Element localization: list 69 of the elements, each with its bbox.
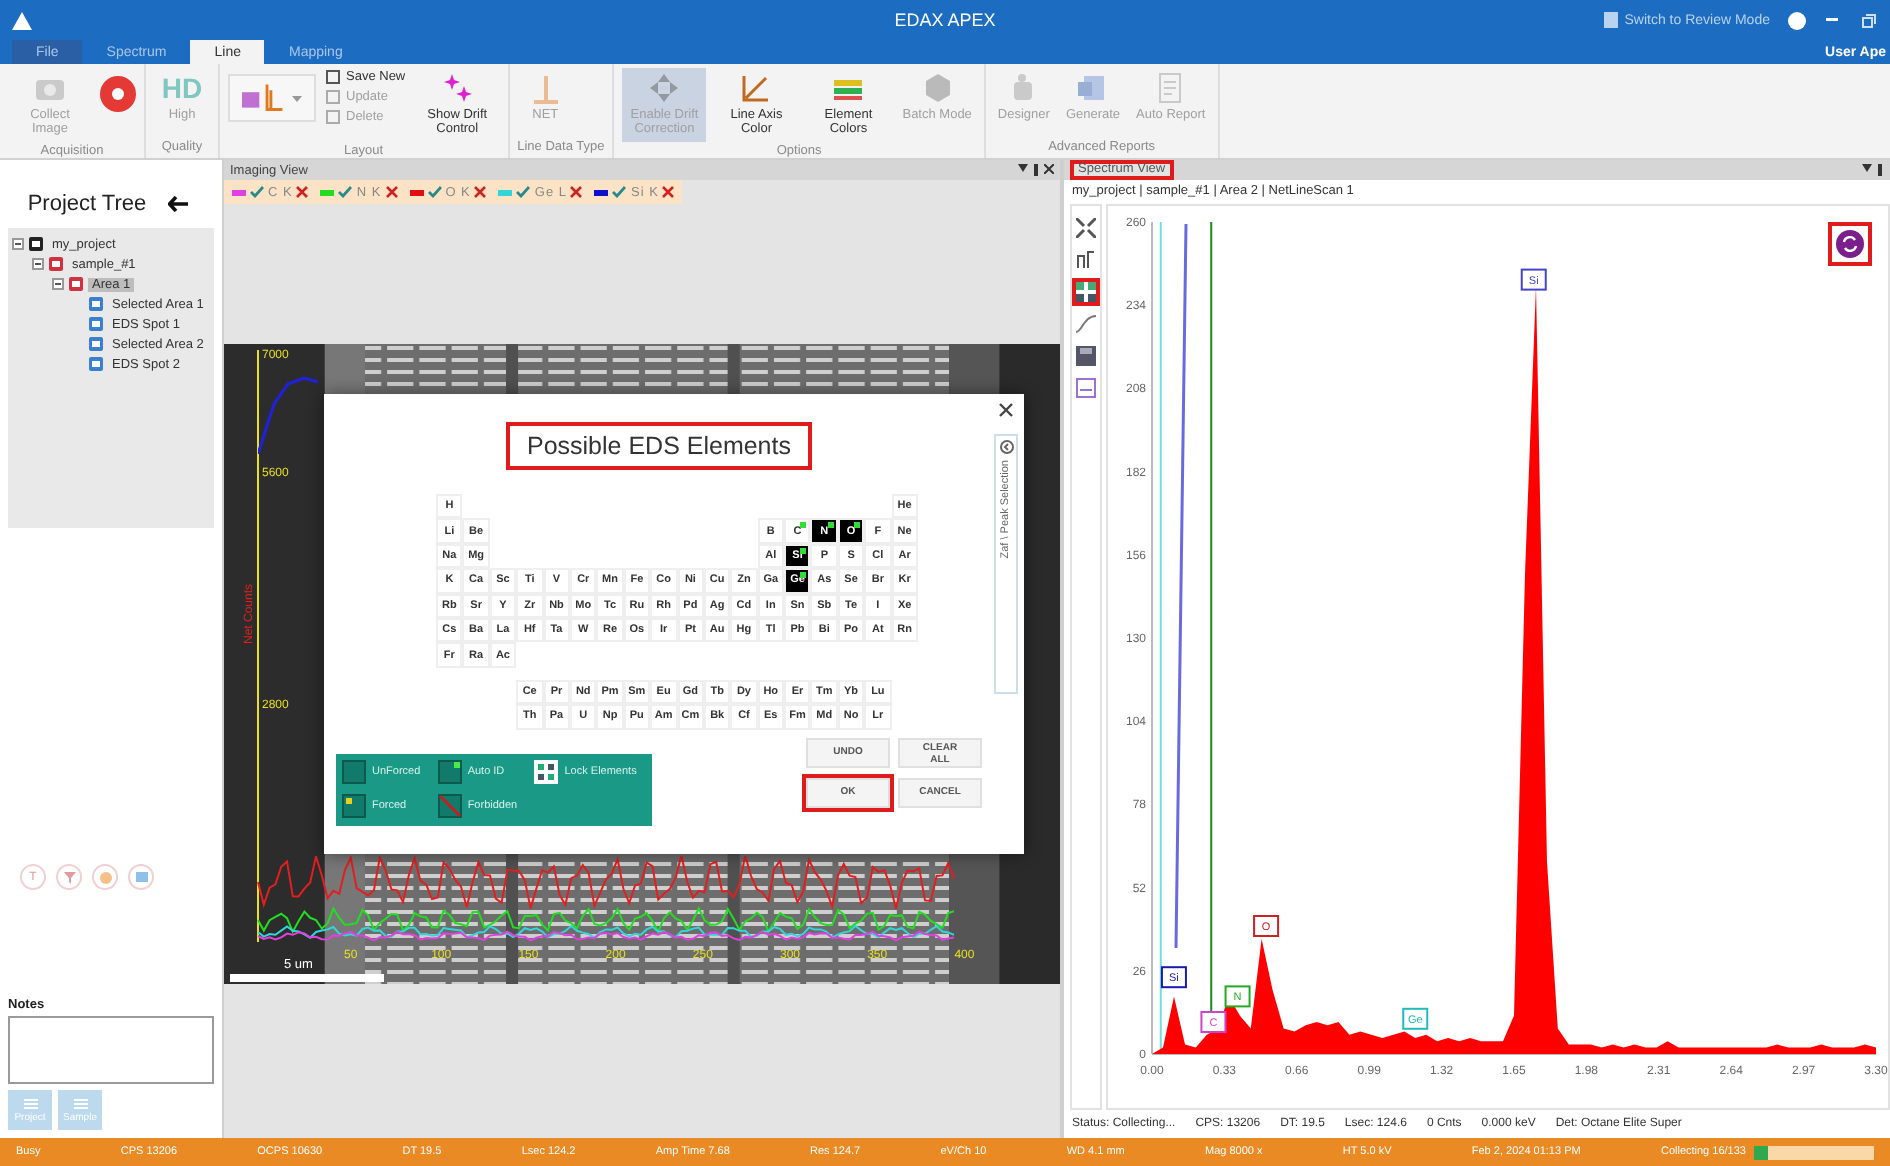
caret-icon [292, 95, 302, 101]
layout-icon [242, 84, 285, 112]
notes-field[interactable] [8, 1016, 214, 1084]
expand-icon [1076, 218, 1096, 238]
close-icon [998, 402, 1014, 418]
collapse-arrow-icon[interactable] [999, 440, 1013, 454]
report-icon [1154, 72, 1187, 104]
restore-button[interactable] [1858, 10, 1878, 30]
remove-icon[interactable] [385, 186, 398, 198]
palette-icon [99, 871, 111, 883]
tool-button[interactable] [1072, 374, 1100, 402]
panel-title: Project Tree [27, 192, 147, 216]
caret-icon [1018, 164, 1028, 172]
collapse-icon[interactable] [52, 278, 64, 290]
comment-icon [135, 871, 147, 883]
list-icon [23, 1097, 37, 1109]
swatch-icon [342, 760, 366, 785]
check-icon[interactable] [516, 186, 531, 198]
back-arrow-icon [168, 196, 189, 212]
line-profile-drawing [258, 374, 318, 454]
filter-icon [63, 871, 75, 883]
remove-icon[interactable] [296, 186, 309, 198]
swatch-icon [437, 760, 462, 785]
remove-icon[interactable] [474, 186, 487, 198]
dialog-title: Possible EDS Elements [506, 422, 811, 470]
close-icon [1044, 164, 1054, 174]
check-icon[interactable] [427, 186, 442, 198]
peak-icon [1076, 250, 1096, 270]
caret-icon [1862, 164, 1872, 172]
refresh-icon [1836, 230, 1864, 258]
document-icon [1076, 72, 1109, 104]
tool-button[interactable] [1072, 342, 1100, 370]
lock-grid-icon [534, 760, 559, 785]
remove-icon[interactable] [662, 186, 675, 198]
help-button[interactable] [1786, 10, 1806, 30]
save-icon [1076, 346, 1096, 366]
check-icon[interactable] [338, 186, 353, 198]
curve-icon [1076, 314, 1096, 334]
filter-button[interactable] [56, 864, 82, 890]
tool-button[interactable] [1072, 246, 1100, 274]
check-icon[interactable] [250, 186, 264, 198]
layout-picker[interactable] [228, 74, 316, 122]
collapse-icon[interactable] [12, 238, 24, 250]
help-icon [1787, 11, 1805, 29]
collapse-icon[interactable] [32, 258, 44, 270]
remove-icon[interactable] [570, 186, 583, 198]
swatch-icon [437, 793, 462, 818]
peak-icon [529, 72, 562, 104]
dot-icon [112, 88, 124, 100]
close-button[interactable] [998, 402, 1014, 418]
sparkle-icon [441, 72, 474, 104]
document-icon [1604, 12, 1619, 28]
record-button[interactable] [100, 76, 136, 112]
hexagon-icon [921, 72, 954, 104]
axis-icon [740, 72, 773, 104]
logo-icon [12, 11, 32, 29]
refresh-button[interactable] [1828, 222, 1872, 266]
window-title: EDAX APEX [894, 10, 996, 30]
grid-icon [1076, 282, 1096, 302]
swatch-icon [342, 793, 366, 818]
restore-icon [1861, 13, 1875, 27]
pin-icon [1032, 164, 1040, 176]
minimize-icon [1826, 18, 1838, 22]
pin-icon [1876, 164, 1884, 176]
check-icon[interactable] [612, 186, 627, 198]
tool-button[interactable] [1072, 278, 1100, 306]
crosshair-icon [648, 72, 681, 104]
list-icon [73, 1097, 87, 1109]
tool-button[interactable] [1072, 310, 1100, 338]
